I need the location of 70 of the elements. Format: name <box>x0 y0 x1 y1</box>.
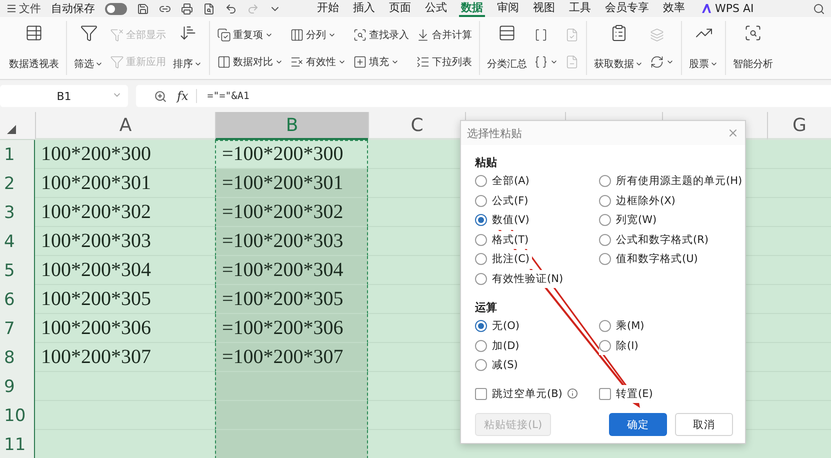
table-cell[interactable]: =100*200*300 <box>215 140 368 169</box>
table-cell[interactable]: =100*200*302 <box>215 198 368 227</box>
ribbon-button[interactable]: 数据对比 <box>217 52 283 70</box>
file-menu[interactable]: 文件 <box>6 1 41 16</box>
row-number[interactable]: 8 <box>0 343 35 372</box>
table-cell[interactable]: =100*200*307 <box>215 343 368 372</box>
ribbon-button[interactable]: 数据透视表 <box>9 21 59 75</box>
row-number[interactable]: 9 <box>0 372 35 401</box>
wps-ai-button[interactable]: WPS AI <box>697 2 758 15</box>
row-number[interactable]: 1 <box>0 140 35 169</box>
dialog-button[interactable]: 确定 <box>609 413 667 436</box>
checkbox-option[interactable]: 转置(E) <box>599 384 655 403</box>
ribbon-tab[interactable]: 审阅 <box>495 0 521 17</box>
ribbon-button[interactable]: 股票 <box>689 21 718 75</box>
column-header[interactable]: A <box>35 112 215 140</box>
ribbon-tab[interactable]: 效率 <box>661 0 687 17</box>
ribbon-tab[interactable]: 页面 <box>387 0 413 17</box>
formula-field[interactable]: fx ="="&A1 <box>136 85 831 107</box>
row-number[interactable]: 4 <box>0 227 35 256</box>
table-cell[interactable]: =100*200*301 <box>215 169 368 198</box>
row-number[interactable]: 10 <box>0 401 35 430</box>
name-box[interactable]: B1 <box>0 85 128 107</box>
ribbon-button[interactable]: 筛选 <box>74 21 103 75</box>
table-cell[interactable]: 100*200*303 <box>35 227 215 256</box>
ribbon-tab[interactable]: 会员专享 <box>603 0 651 17</box>
formula-text: ="="&A1 <box>207 90 250 102</box>
radio-option[interactable]: 格式(T) <box>475 230 531 249</box>
function-label[interactable]: fx <box>177 89 198 103</box>
ribbon-tab[interactable]: 视图 <box>531 0 557 17</box>
row-number[interactable]: 6 <box>0 285 35 314</box>
ribbon-button[interactable]: 排序 <box>173 21 202 75</box>
row-number[interactable]: 3 <box>0 198 35 227</box>
dialog-title: 选择性粘贴 <box>467 126 522 140</box>
ribbon-button[interactable]: 智能分析 <box>733 21 773 75</box>
table-cell[interactable]: 100*200*307 <box>35 343 215 372</box>
ribbon-tab[interactable]: 开始 <box>315 0 341 17</box>
ribbon-button[interactable]: 有效性 <box>290 52 346 70</box>
table-cell[interactable]: 100*200*302 <box>35 198 215 227</box>
radio-option[interactable]: 有效性验证(N) <box>475 270 566 288</box>
row-number[interactable]: 7 <box>0 314 35 343</box>
ribbon-button[interactable]: 合并计算 <box>416 26 472 44</box>
table-cell[interactable]: =100*200*303 <box>215 227 368 256</box>
autosave-label: 自动保存 <box>51 1 95 16</box>
row-number[interactable]: 5 <box>0 256 35 285</box>
radio-option[interactable]: 数值(V) <box>475 211 532 230</box>
ribbon-button[interactable]: 填充 <box>353 52 409 70</box>
dialog-button[interactable]: 取消 <box>675 413 733 436</box>
table-cell[interactable]: 100*200*301 <box>35 169 215 198</box>
table-cell[interactable]: 100*200*306 <box>35 314 215 343</box>
radio-option[interactable]: 批注(C) <box>475 250 532 268</box>
table-cell[interactable]: 100*200*304 <box>35 256 215 285</box>
ribbon-button[interactable]: 获取数据 <box>594 21 643 75</box>
table-cell[interactable]: =100*200*305 <box>215 285 368 314</box>
ribbon-tab[interactable]: 插入 <box>351 0 377 17</box>
table-cell[interactable]: 100*200*305 <box>35 285 215 314</box>
ribbon-tab[interactable]: 工具 <box>567 0 593 17</box>
section-title: 粘贴 <box>475 155 498 170</box>
ribbon-button[interactable]: 查找录入 <box>353 26 409 44</box>
table-cell[interactable]: 100*200*300 <box>35 140 215 169</box>
row-number[interactable]: 11 <box>0 430 35 458</box>
ribbon-button[interactable]: 重复项 <box>217 26 283 44</box>
table-cell[interactable]: =100*200*304 <box>215 256 368 285</box>
table-cell[interactable]: =100*200*306 <box>215 314 368 343</box>
ribbon-button[interactable]: 分类汇总 <box>487 21 527 75</box>
ribbon-tab[interactable]: 公式 <box>423 0 449 17</box>
ribbon-button[interactable]: 分列 <box>290 26 346 44</box>
section-title: 运算 <box>475 300 498 315</box>
ribbon-button[interactable]: 下拉列表 <box>416 52 472 70</box>
row-number[interactable]: 2 <box>0 169 35 198</box>
column-header[interactable]: G <box>767 112 831 140</box>
